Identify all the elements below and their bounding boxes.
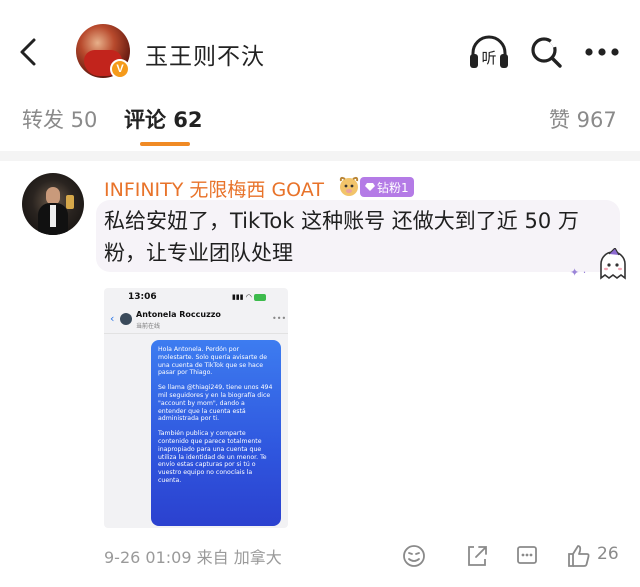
image-message-paragraph: También publica y comparte contenido que… <box>158 430 267 484</box>
weibo-comment-page: V 玉王则不汏 听 转发 50 评论 62 赞 967 INFINITY 无限梅… <box>0 0 640 587</box>
diamond-icon <box>365 183 375 191</box>
reply-button[interactable] <box>512 541 542 571</box>
commenter-avatar[interactable] <box>22 173 84 235</box>
verified-badge: V <box>110 59 130 79</box>
like-count: 26 <box>597 544 619 564</box>
back-button[interactable] <box>10 32 46 72</box>
fan-level-badge: 钻粉1 <box>360 177 414 197</box>
listen-headphones-icon: 听 <box>470 35 508 68</box>
comment-timestamp: 9-26 01:09 <box>104 548 192 567</box>
image-contact-status: 当前在线 <box>136 323 161 330</box>
goat-emoji-icon <box>337 174 361 198</box>
more-button[interactable] <box>580 30 624 74</box>
more-dots-icon <box>585 48 619 56</box>
svg-text:听: 听 <box>481 49 496 67</box>
active-tab-indicator <box>140 142 190 146</box>
section-divider <box>0 151 640 161</box>
image-status-icons: ▮▮▮ ◠ <box>232 293 267 301</box>
comment-text: 私给安妞了，TikTok 这种账号 还做大到了近 50 万粉，让专业团队处理 <box>104 209 579 265</box>
tab-likes[interactable]: 赞 967 <box>549 104 617 134</box>
image-status-time: 13:06 <box>128 292 157 302</box>
comment-image-thumbnail[interactable]: 13:06 ▮▮▮ ◠ ‹ Antonela Roccuzzo 当前在线 •••… <box>104 288 288 528</box>
comment-location: 来自 加拿大 <box>196 548 282 567</box>
image-message-bubble: Hola Antonela. Perdón por molestarte. So… <box>151 340 281 526</box>
image-chat-header: ‹ Antonela Roccuzzo 当前在线 ••• <box>104 308 288 334</box>
sparkle-icon: ✦ · <box>570 266 587 279</box>
tab-reposts[interactable]: 转发 50 <box>22 104 97 134</box>
like-button[interactable] <box>564 541 594 571</box>
share-icon <box>468 546 487 566</box>
image-contact-name: Antonela Roccuzzo <box>136 310 221 319</box>
tab-bar: 转发 50 评论 62 赞 967 <box>0 96 640 148</box>
comment-meta: 9-26 01:09 来自 加拿大 <box>104 544 282 568</box>
listen-button[interactable]: 听 <box>467 30 511 74</box>
image-message-paragraph: Se llama @thiagi249, tiene unos 494 mil … <box>158 384 273 423</box>
share-button[interactable] <box>462 541 492 571</box>
emoji-reply-button[interactable] <box>399 541 429 571</box>
back-arrow-icon <box>20 38 36 66</box>
emoji-icon <box>403 545 425 567</box>
page-title[interactable]: 玉王则不汏 <box>145 37 265 71</box>
comment-icon <box>517 546 537 564</box>
search-icon <box>531 37 562 68</box>
search-button[interactable] <box>524 30 568 74</box>
commenter-name[interactable]: INFINITY 无限梅西 GOAT <box>104 175 324 202</box>
ghost-sticker-icon <box>600 248 626 280</box>
image-more-icon: ••• <box>272 314 287 323</box>
top-bar: V 玉王则不汏 听 <box>0 0 640 96</box>
image-message-paragraph: Hola Antonela. Perdón por molestarte. So… <box>158 346 268 377</box>
tab-comments[interactable]: 评论 62 <box>124 104 203 134</box>
like-icon <box>568 545 590 567</box>
image-contact-avatar <box>120 313 132 325</box>
image-back-icon: ‹ <box>110 312 115 325</box>
